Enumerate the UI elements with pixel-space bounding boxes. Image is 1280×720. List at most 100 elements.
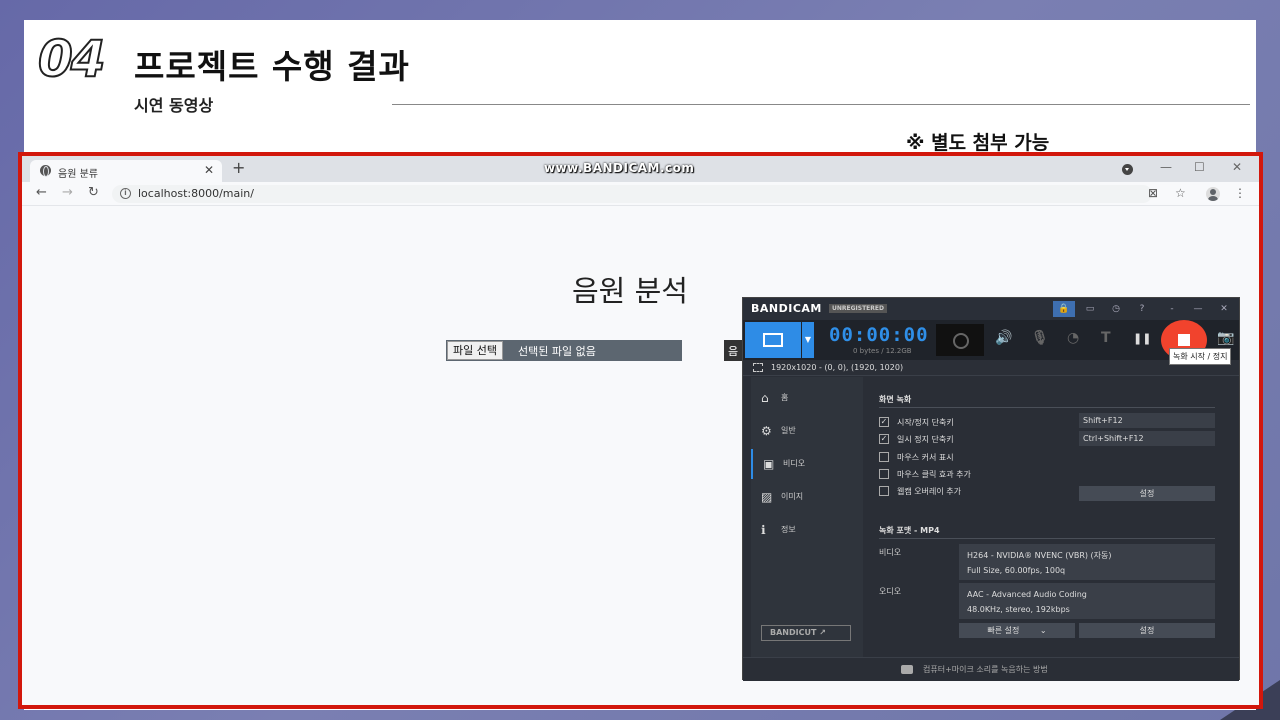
bandicut-button[interactable]: BANDICUT ↗	[761, 625, 851, 641]
hotkey-field-start-stop[interactable]: Shift+F12	[1079, 413, 1215, 428]
file-status: 선택된 파일 없음	[518, 345, 596, 358]
home-icon: ⌂	[761, 391, 769, 405]
address-bar[interactable]: i localhost:8000/main/	[112, 185, 1152, 203]
speaker-icon[interactable]: 🔊	[995, 330, 1012, 346]
bandicam-footer[interactable]: 컴퓨터+마이크 소리를 녹음하는 방법	[743, 657, 1239, 681]
section-divider	[879, 407, 1215, 408]
bandicam-watermark: www.BANDICAM.com	[544, 161, 695, 175]
checkbox-label: 시작/정지 단축키	[897, 418, 954, 427]
record-size: 0 bytes / 12.2GB	[853, 347, 912, 355]
checkbox-label: 웹캠 오버레이 추가	[897, 487, 961, 496]
unregistered-badge: UNREGISTERED	[829, 304, 887, 313]
mouse-effect-icon[interactable]: ◔	[1067, 330, 1079, 346]
sidebar-item-label: 홈	[781, 393, 789, 402]
bandicam-logo: BANDICAM	[751, 302, 822, 315]
minimize-button[interactable]: —	[1160, 160, 1172, 174]
video-codec: H264 - NVIDIA® NVENC (VBR) (자동)	[967, 551, 1112, 560]
record-timer: 00:00:00	[829, 324, 929, 346]
maximize-button[interactable]: ☐	[1194, 160, 1205, 174]
page-heading: 음원 분석	[572, 274, 688, 308]
checkbox-icon[interactable]: ✓	[879, 417, 889, 427]
video-format-box: H264 - NVIDIA® NVENC (VBR) (자동) Full Siz…	[959, 544, 1215, 580]
image-icon: ▨	[761, 490, 773, 504]
close-window-button[interactable]: ✕	[1232, 160, 1242, 174]
section-divider	[879, 538, 1215, 539]
screen-region-icon	[763, 333, 783, 347]
bandicam-main: 화면 녹화 ✓ 시작/정지 단축키 ✓ 일시 정지 단축키 마우스 커서 표시 …	[863, 377, 1233, 657]
checkbox-icon[interactable]	[879, 486, 889, 496]
bandicam-titlebar: BANDICAM UNREGISTERED 🔒 ▭ ◷ ? - — ✕	[743, 298, 1239, 320]
browser-tab[interactable]: 음원 분류 ✕	[30, 160, 222, 182]
checkbox-label: 마우스 커서 표시	[897, 453, 954, 462]
bandicam-window: BANDICAM UNREGISTERED 🔒 ▭ ◷ ? - — ✕ ▼ 00…	[742, 297, 1240, 681]
quick-settings-button[interactable]: 빠른 설정 ⌄	[959, 623, 1075, 638]
screenshot-camera-icon[interactable]: 📷	[1217, 330, 1234, 346]
video-params: Full Size, 60.00fps, 100q	[967, 566, 1066, 575]
info-icon: ℹ	[761, 523, 766, 537]
browser-toolbar: ← → ↻ i localhost:8000/main/ ⊠ ☆ ⋮	[22, 182, 1259, 206]
lock-icon[interactable]: 🔒	[1053, 301, 1075, 317]
section-record-format: 녹화 포맷 - MP4	[879, 526, 940, 535]
url-text: localhost:8000/main/	[138, 187, 254, 200]
minimize-icon[interactable]: —	[1187, 301, 1209, 317]
checkbox-icon[interactable]	[879, 452, 889, 462]
sidebar-item-label: 비디오	[783, 459, 806, 468]
globe-icon	[40, 165, 51, 177]
video-icon: ▣	[763, 457, 775, 471]
sidebar-item-info[interactable]: ℹ 정보	[751, 515, 863, 545]
sidebar-item-label: 정보	[781, 525, 796, 534]
format-settings-button[interactable]: 설정	[1079, 623, 1215, 638]
file-input[interactable]: 파일 선택 선택된 파일 없음	[446, 340, 682, 361]
file-select-button[interactable]: 파일 선택	[447, 341, 503, 360]
footer-help-link[interactable]: 컴퓨터+마이크 소리를 녹음하는 방법	[923, 664, 1048, 675]
new-tab-button[interactable]: +	[232, 158, 245, 177]
screen-mode-button[interactable]	[745, 322, 801, 358]
webcam-settings-button[interactable]: 설정	[1079, 486, 1215, 501]
slide-divider	[392, 104, 1250, 105]
quick-settings-label: 빠른 설정	[987, 626, 1020, 635]
sidebar-item-label: 일반	[781, 426, 796, 435]
sidebar-item-label: 이미지	[781, 492, 804, 501]
sidebar-item-general[interactable]: ⚙ 일반	[751, 416, 863, 446]
sidebar-item-image[interactable]: ▨ 이미지	[751, 482, 863, 512]
tab-title: 음원 분류	[58, 169, 98, 180]
video-label: 비디오	[879, 548, 902, 557]
chevron-down-icon: ⌄	[1039, 626, 1047, 635]
slide-number: 04	[37, 29, 107, 89]
site-info-icon[interactable]: i	[120, 188, 131, 199]
forward-button[interactable]: →	[62, 185, 73, 200]
checkbox-label: 마우스 클릭 효과 추가	[897, 470, 971, 479]
text-draw-icon[interactable]: T	[1101, 330, 1111, 346]
checkbox-label: 일시 정지 단축키	[897, 435, 954, 444]
bandicam-toolbar: ▼ 00:00:00 0 bytes / 12.2GB 🔊 🎙 ◔ T ❚❚ 📷	[743, 320, 1239, 360]
sidebar-item-home[interactable]: ⌂ 홈	[751, 383, 863, 413]
microphone-icon[interactable]: 🎙	[1031, 330, 1049, 346]
slide-subtitle: 시연 동영상	[134, 96, 214, 115]
browser-menu-icon[interactable]: ⋮	[1234, 186, 1246, 200]
audio-codec: AAC - Advanced Audio Coding	[967, 590, 1087, 599]
checkbox-icon[interactable]: ✓	[879, 434, 889, 444]
clock-icon[interactable]: ◷	[1105, 301, 1127, 317]
tab-search-icon[interactable]	[1122, 164, 1133, 175]
translate-icon[interactable]: ⊠	[1148, 186, 1158, 200]
close-icon[interactable]: ✕	[1213, 301, 1235, 317]
audio-label: 오디오	[879, 587, 902, 596]
sidebar-item-video[interactable]: ▣ 비디오	[751, 449, 863, 479]
webcam-preview-icon[interactable]	[936, 324, 984, 356]
collapse-icon[interactable]: -	[1161, 301, 1183, 317]
gear-icon: ⚙	[761, 424, 772, 438]
reload-button[interactable]: ↻	[88, 185, 99, 200]
hotkey-field-pause[interactable]: Ctrl+Shift+F12	[1079, 431, 1215, 446]
bookmark-star-icon[interactable]: ☆	[1175, 186, 1186, 200]
tab-close-icon[interactable]: ✕	[204, 163, 214, 177]
submit-button[interactable]: 음	[724, 340, 744, 361]
folder-icon[interactable]: ▭	[1079, 301, 1101, 317]
mode-dropdown-icon[interactable]: ▼	[802, 322, 814, 358]
checkbox-icon[interactable]	[879, 469, 889, 479]
profile-avatar-icon[interactable]	[1206, 187, 1220, 201]
help-icon[interactable]: ?	[1131, 301, 1153, 317]
pause-icon[interactable]: ❚❚	[1133, 332, 1151, 345]
back-button[interactable]: ←	[36, 185, 47, 200]
screenshot-frame: 음원 분류 ✕ + www.BANDICAM.com — ☐ ✕ ← → ↻ i…	[18, 152, 1263, 709]
bandicam-sidebar: ⌂ 홈 ⚙ 일반 ▣ 비디오 ▨ 이미지 ℹ 정보 BANDICUT ↗	[751, 377, 863, 657]
